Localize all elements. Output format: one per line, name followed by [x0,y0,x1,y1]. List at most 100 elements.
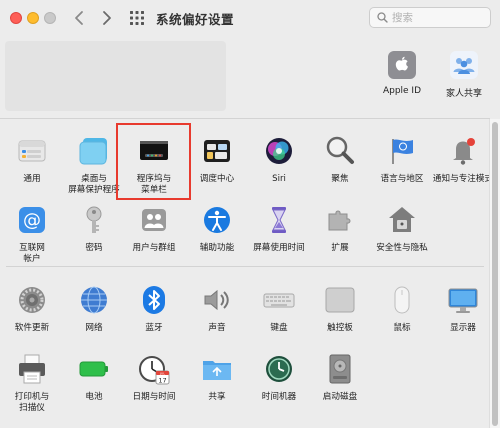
time-machine-icon [262,352,296,386]
pane-label: 通知与专注模式 [432,174,494,184]
grid-icon [130,11,144,25]
apple-id-pane[interactable]: Apple ID [378,51,426,96]
folder-icon [200,352,234,386]
pane-label: 聚焦 [331,174,349,184]
pane-sound[interactable]: 声音 [186,283,248,334]
minimize-window-button[interactable] [27,12,39,24]
pane-keyboard[interactable]: 键盘 [248,283,310,334]
bell-icon [446,134,480,168]
pane-siri[interactable]: Siri [248,134,310,185]
pane-label: 安全性与隐私 [376,243,428,253]
at-sign-icon: @ [15,203,49,237]
svg-text:@: @ [23,210,41,231]
mission-control-icon [200,134,234,168]
pane-battery[interactable]: 电池 [63,352,125,403]
pane-trackpad[interactable]: 触控板 [309,283,371,334]
pane-extensions[interactable]: 扩展 [309,203,371,254]
pane-label: 密码 [85,243,103,253]
user-banner[interactable] [5,41,226,111]
family-sharing-label: 家人共享 [445,89,482,99]
pane-language-region[interactable]: 语言与地区 [371,134,433,185]
pane-label: 互联网 帐户 [19,243,45,264]
family-sharing-pane[interactable]: 家人共享 [440,51,488,99]
back-button[interactable] [72,9,88,27]
apple-id-label: Apple ID [382,86,422,96]
pane-label: 鼠标 [393,323,411,333]
pane-label: 用户与群组 [132,243,176,253]
pane-notifications-focus[interactable]: 通知与专注模式 [432,134,494,185]
pane-passwords[interactable]: 密码 [63,203,125,254]
pane-label: Siri [272,174,286,184]
speaker-icon [200,283,234,317]
key-icon [77,203,111,237]
pane-security-privacy[interactable]: 安全性与隐私 [371,203,433,254]
calendar-month: JUL [159,371,165,375]
pane-label: 声音 [208,323,226,333]
hourglass-icon [262,203,296,237]
forward-button[interactable] [98,9,114,27]
bluetooth-icon [137,283,171,317]
pane-users-groups[interactable]: 用户与群组 [123,203,185,254]
pane-screen-time[interactable]: 屏幕使用时间 [248,203,310,254]
pane-label: 日期与时间 [132,392,176,402]
pane-mouse[interactable]: 鼠标 [371,283,433,334]
pane-label: 扩展 [331,243,349,253]
pane-startup-disk[interactable]: 启动磁盘 [309,352,371,403]
pane-network[interactable]: 网络 [63,283,125,334]
pane-date-time[interactable]: JUL 17 日期与时间 [123,352,185,403]
pane-displays[interactable]: 显示器 [432,283,494,334]
pane-label: 蓝牙 [145,323,163,333]
pane-label: 键盘 [270,323,288,333]
pane-spotlight[interactable]: 聚焦 [309,134,371,185]
pane-label: 触控板 [327,323,353,333]
accessibility-icon [200,203,234,237]
pane-mission-control[interactable]: 调度中心 [186,134,248,185]
window-title: 系统偏好设置 [156,12,235,27]
desktop-screensaver-icon [77,134,111,168]
pane-label: 显示器 [450,323,476,333]
scrollbar-thumb[interactable] [492,122,498,426]
pane-label: 时间机器 [261,392,297,402]
search-field[interactable] [369,7,491,28]
flag-icon [385,134,419,168]
pane-label: 通用 [23,174,41,184]
calendar-day: 17 [158,377,166,385]
puzzle-icon [323,203,357,237]
divider [6,266,484,267]
siri-icon [262,134,296,168]
show-all-button[interactable] [129,9,147,27]
users-icon [137,203,171,237]
pane-label: 网络 [85,323,103,333]
pane-label: 辅助功能 [199,243,235,253]
scrollbar[interactable] [489,119,500,428]
highlight-box [116,123,191,200]
pane-software-update[interactable]: 软件更新 [1,283,63,334]
pane-time-machine[interactable]: 时间机器 [248,352,310,403]
pane-label: 屏幕使用时间 [253,243,305,253]
pane-printers-scanners[interactable]: 打印机与 扫描仪 [1,352,63,414]
title-bar: 系统偏好设置 [0,0,500,34]
search-input[interactable] [392,9,482,26]
pane-accessibility[interactable]: 辅助功能 [186,203,248,254]
house-icon [385,203,419,237]
pane-label: 电池 [85,392,103,402]
pane-general[interactable]: 通用 [1,134,63,185]
chevron-right-icon [103,11,111,25]
printer-icon [15,352,49,386]
trackpad-icon [323,283,357,317]
pane-label: 共享 [208,392,226,402]
pane-label: 调度中心 [199,174,235,184]
apple-logo-icon [388,51,416,79]
pane-bluetooth[interactable]: 蓝牙 [123,283,185,334]
general-icon [15,134,49,168]
pane-label: 打印机与 扫描仪 [14,392,50,413]
spotlight-icon [323,134,357,168]
pane-internet-accounts[interactable]: @ 互联网 帐户 [1,203,63,265]
zoom-window-button[interactable] [44,12,56,24]
pane-label: 软件更新 [14,323,50,333]
search-icon [377,12,388,23]
gear-icon [15,283,49,317]
pane-label: 语言与地区 [380,174,424,184]
pane-sharing[interactable]: 共享 [186,352,248,403]
close-window-button[interactable] [10,12,22,24]
